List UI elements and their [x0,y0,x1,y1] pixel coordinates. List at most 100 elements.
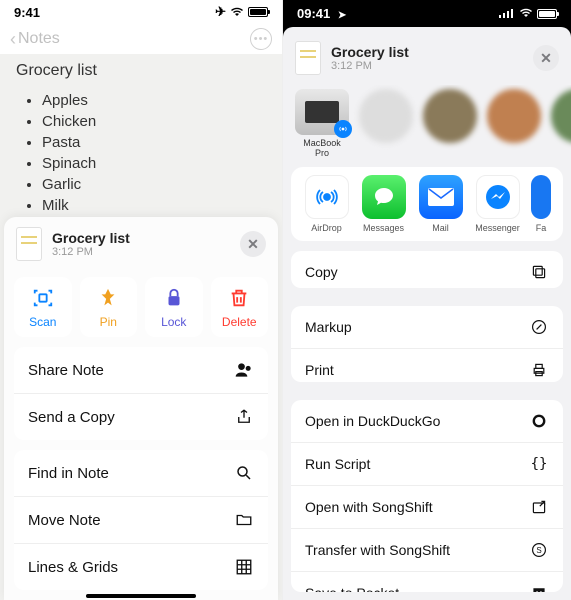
battery-icon [248,7,268,17]
close-button[interactable]: ✕ [533,45,559,71]
messenger-icon [476,175,520,219]
app-mail[interactable]: Mail [417,175,464,233]
airdrop-people: MacBook Pro [283,85,571,167]
songshift-open-label: Open with SongShift [305,499,433,515]
ddg-row[interactable]: Open in DuckDuckGo [291,400,563,442]
avatar-blur [423,89,477,143]
facebook-icon [531,175,551,219]
find-label: Find in Note [28,465,109,482]
people-icon [234,360,254,380]
status-icons [499,6,557,21]
songshift-transfer-row[interactable]: Transfer with SongShift S [291,528,563,571]
document-icon [16,227,42,261]
script-row[interactable]: Run Script {} [291,442,563,485]
pin-button[interactable]: Pin [80,277,138,337]
note-title: Grocery list [16,62,266,80]
markup-icon [529,317,549,337]
copy-label: Copy [305,264,338,280]
send-copy-row[interactable]: Send a Copy [14,393,268,440]
sheet-subtitle: 3:12 PM [52,246,130,258]
scan-button[interactable]: Scan [14,277,72,337]
messages-icon [362,175,406,219]
markup-row[interactable]: Markup [291,306,563,348]
cellular-icon [499,6,515,21]
close-icon: ✕ [247,236,259,253]
print-icon [529,360,549,380]
lock-label: Lock [161,315,186,329]
copy-icon [529,262,549,282]
action-sheet: Grocery list 3:12 PM ✕ Scan Pin Lock [4,217,278,600]
app-label: Fa [536,223,547,233]
close-button[interactable]: ✕ [240,231,266,257]
airdrop-icon [305,175,349,219]
back-button[interactable]: ‹ Notes ••• [0,22,282,54]
avatar-blur [487,89,541,143]
lock-button[interactable]: Lock [145,277,203,337]
markup-label: Markup [305,319,352,335]
list-item: Milk [42,195,266,216]
airdrop-badge-icon [334,120,352,138]
status-icons: ✈ [215,4,268,20]
find-row[interactable]: Find in Note [14,450,268,496]
braces-icon: {} [529,454,549,474]
move-label: Move Note [28,512,101,529]
avatar-blur [359,89,413,143]
status-bar: 09:41 ➤ [283,0,571,27]
more-button[interactable]: ••• [250,28,272,50]
duckduckgo-icon [529,411,549,431]
app-label: Messages [363,223,404,233]
share-note-row[interactable]: Share Note [14,347,268,393]
songshift-transfer-label: Transfer with SongShift [305,542,450,558]
wifi-icon [519,6,533,21]
home-indicator[interactable] [86,594,196,598]
move-row[interactable]: Move Note [14,496,268,543]
list-item: Chicken [42,111,266,132]
back-label: Notes [18,30,60,48]
sheet-header: Grocery list 3:12 PM ✕ [4,217,278,271]
document-icon [295,41,321,75]
app-label: AirDrop [311,223,342,233]
folder-icon [234,510,254,530]
pocket-icon [529,583,549,592]
airdrop-target[interactable] [487,89,541,159]
open-icon [529,497,549,517]
delete-button[interactable]: Delete [211,277,269,337]
app-label: Mail [432,223,449,233]
status-bar: 9:41 ✈ [0,0,282,22]
close-icon: ✕ [540,50,552,67]
menu-group: Copy [291,251,563,289]
airdrop-target[interactable] [423,89,477,159]
songshift-open-row[interactable]: Open with SongShift [291,485,563,528]
grid-icon [234,557,254,577]
menu-group: Markup Print [291,306,563,382]
airdrop-target[interactable] [551,89,571,159]
scan-label: Scan [29,315,56,329]
share-note-label: Share Note [28,362,104,379]
copy-row[interactable]: Copy [291,251,563,289]
list-item: Spinach [42,153,266,174]
sheet-titles: Grocery list 3:12 PM [331,44,409,72]
chevron-left-icon: ‹ [10,29,16,50]
airdrop-target-macbook[interactable]: MacBook Pro [295,89,349,159]
print-row[interactable]: Print [291,348,563,382]
app-messenger[interactable]: Messenger [474,175,521,233]
pin-label: Pin [100,315,117,329]
lines-row[interactable]: Lines & Grids [14,543,268,590]
pocket-label: Save to Pocket [305,585,399,592]
location-icon: ➤ [338,10,346,21]
sheet-header: Grocery list 3:12 PM ✕ [283,31,571,85]
menu-group: Open in DuckDuckGo Run Script {} Open wi… [291,400,563,592]
avatar-blur [551,89,571,143]
sheet-title: Grocery list [331,44,409,60]
menu-group-1: Share Note Send a Copy [14,347,268,440]
app-messages[interactable]: Messages [360,175,407,233]
app-label: Messenger [475,223,520,233]
share-apps: AirDrop Messages Mail Messenger Fa [291,167,563,241]
app-airdrop[interactable]: AirDrop [303,175,350,233]
share-sheet: Grocery list 3:12 PM ✕ MacBook Pro [283,27,571,600]
app-facebook[interactable]: Fa [531,175,551,233]
delete-label: Delete [222,315,257,329]
airdrop-target[interactable] [359,89,413,159]
pocket-row[interactable]: Save to Pocket [291,571,563,592]
svg-text:S: S [536,547,541,556]
